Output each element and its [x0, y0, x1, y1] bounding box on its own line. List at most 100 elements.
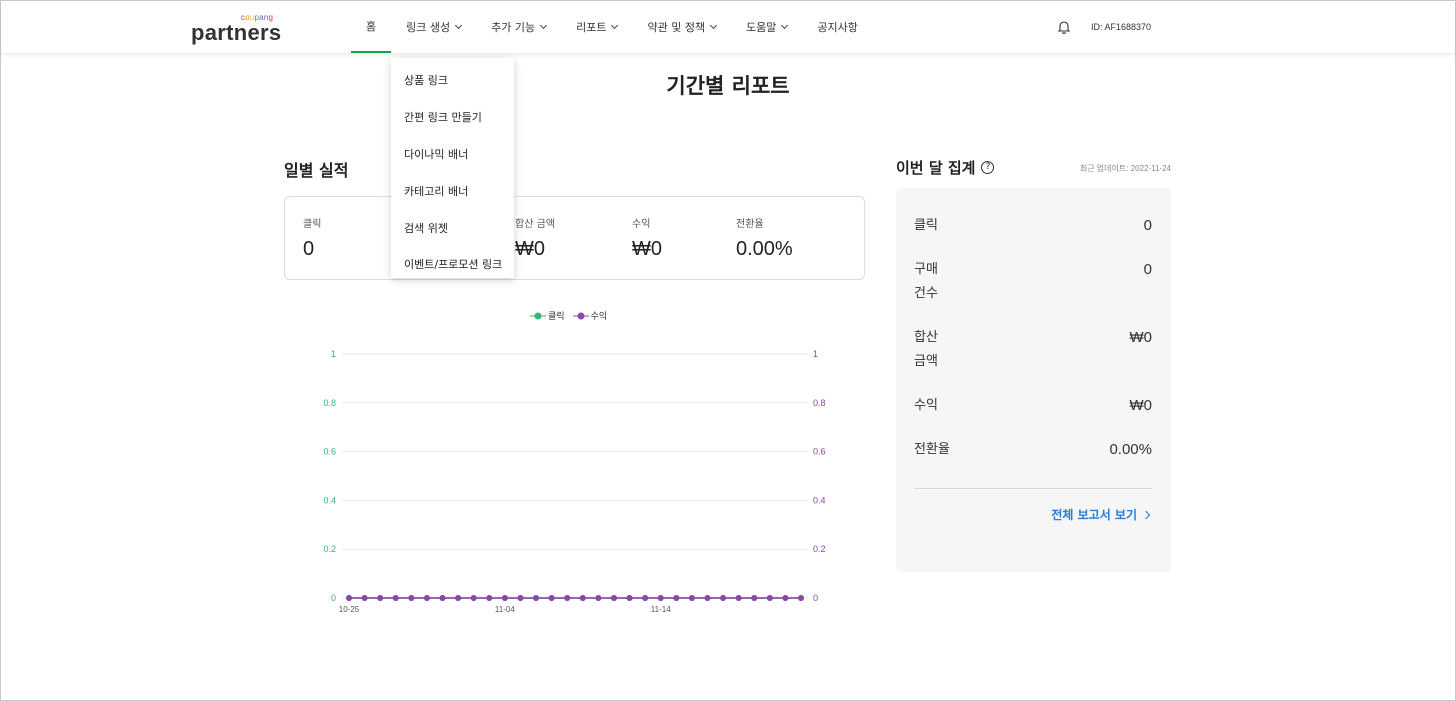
nav-item-3[interactable]: 리포트 [561, 1, 632, 53]
help-circle-icon[interactable]: ? [981, 161, 995, 174]
stat-label: 클릭 [303, 219, 322, 230]
full-report-label: 전체 보고서 보기 [1051, 508, 1137, 522]
dropdown-item-1[interactable]: 간편 링크 만들기 [391, 99, 514, 136]
chevron-right-icon [1141, 510, 1151, 519]
y-tick-left: 0.8 [323, 398, 336, 408]
dropdown-item-4[interactable]: 검색 위젯 [391, 209, 514, 246]
nav-item-5[interactable]: 도움말 [731, 1, 802, 53]
data-point [423, 595, 430, 601]
chevron-down-icon [781, 21, 789, 30]
data-point [610, 595, 617, 601]
y-tick-right: 0.4 [813, 495, 826, 505]
chevron-down-icon [455, 21, 463, 30]
dropdown-item-5[interactable]: 이벤트/프로모션 링크 [391, 246, 514, 283]
link-create-dropdown: 상품 링크 간편 링크 만들기 다이나믹 배너 카테고리 배너 검색 위젯 이벤트/프로모… [391, 58, 514, 278]
y-tick-right: 1 [813, 349, 818, 359]
monthly-row-label: 구매 건수 [914, 262, 938, 301]
data-point [548, 595, 555, 601]
y-tick-left: 0.6 [323, 447, 336, 457]
monthly-row-value: ₩0 [1129, 329, 1153, 346]
daily-chart: 0 0 0.2 0.2 0.4 0.4 0.6 0.6 0.8 0.8 1 1 10-25 11-04 11… [323, 349, 826, 614]
data-point [751, 595, 758, 601]
divider [914, 488, 1152, 489]
data-point [595, 595, 602, 601]
data-point [501, 595, 508, 601]
data-point [782, 595, 789, 601]
user-id[interactable]: ID: AF1688370 [1091, 22, 1151, 32]
monthly-title-text: 이번 달 집계 [896, 159, 976, 177]
nav-item-label: 추가 기능 [491, 21, 536, 34]
stat-value: ₩0 [632, 238, 662, 260]
stat-value: 0.00% [736, 238, 793, 260]
data-point [579, 595, 586, 601]
full-report-link[interactable]: 전체 보고서 보기 [1051, 506, 1151, 523]
monthly-row-value: 0 [1143, 261, 1152, 278]
y-tick-right: 0.6 [813, 447, 826, 457]
stat-label: 전환율 [736, 219, 764, 230]
stat-total-amount: 합산 금액 ₩0 [515, 215, 555, 261]
data-point [798, 595, 804, 601]
data-point [720, 595, 727, 601]
bell-icon[interactable] [1057, 20, 1071, 34]
data-point [657, 595, 664, 601]
data-point [626, 595, 633, 601]
nav-item-label: 약관 및 정책 [647, 21, 706, 34]
data-point [455, 595, 462, 601]
nav-item-label: 도움말 [746, 21, 777, 34]
data-point [486, 595, 493, 601]
monthly-row-label: 수익 [914, 398, 938, 413]
nav-item-label: 홈 [366, 20, 377, 33]
stat-clicks: 클릭 0 [303, 215, 321, 261]
stat-value: 0 [303, 238, 315, 260]
y-tick-right: 0.2 [813, 544, 826, 554]
nav-item-1[interactable]: 링크 생성 [391, 1, 476, 53]
data-point [361, 595, 368, 601]
chevron-down-icon [540, 21, 548, 30]
x-tick-label: 11-04 [495, 605, 515, 614]
nav-item-2[interactable]: 추가 기능 [476, 1, 561, 53]
x-tick-label: 11-14 [651, 605, 671, 614]
data-point [392, 595, 399, 601]
y-tick-left: 1 [331, 349, 336, 359]
dropdown-item-2[interactable]: 다이나믹 배너 [391, 136, 514, 173]
data-point [766, 595, 773, 601]
stat-revenue: 수익 ₩0 [632, 215, 662, 261]
x-tick-label: 10-25 [339, 605, 360, 614]
main-nav: 홈 링크 생성 추가 기능 리포트 약관 및 정책 도움말 공지사항 [351, 1, 873, 53]
data-point [470, 595, 477, 601]
y-tick-right: 0 [813, 593, 818, 603]
monthly-row-value: 0.00% [1109, 441, 1152, 458]
dropdown-item-0[interactable]: 상품 링크 [391, 62, 514, 99]
stat-conversion: 전환율 0.00% [736, 215, 793, 261]
monthly-row-label: 전환율 [914, 442, 950, 457]
logo-partners-text: partners [191, 20, 282, 45]
monthly-summary-panel: 전체 보고서 보기 클릭 0 구매 건수 0 합산 금액 ₩0 수익 ₩0 전환율 0.00% [896, 188, 1171, 572]
data-point [346, 595, 352, 601]
nav-item-6[interactable]: 공지사항 [802, 1, 872, 53]
daily-stats-box: 클릭 0 합산 금액 ₩0 수익 ₩0 전환율 0.00% [284, 196, 865, 280]
dropdown-item-3[interactable]: 카테고리 배너 [391, 172, 514, 209]
data-point [688, 595, 695, 601]
data-point [704, 595, 711, 601]
nav-item-label: 링크 생성 [406, 21, 451, 34]
data-point [642, 595, 649, 601]
data-point [439, 595, 446, 601]
y-tick-left: 0.2 [323, 544, 336, 554]
stat-value: ₩0 [515, 238, 545, 260]
data-point [533, 595, 540, 601]
monthly-row-value: ₩0 [1129, 397, 1153, 414]
monthly-row-label: 합산 금액 [914, 330, 938, 369]
page-title: 기간별 리포트 [666, 74, 790, 98]
data-point [517, 595, 524, 601]
monthly-row-value: 0 [1143, 217, 1152, 234]
stat-label: 수익 [632, 219, 651, 230]
data-point [673, 595, 680, 601]
nav-item-label: 공지사항 [817, 21, 858, 34]
last-updated: 최근 업데이트: 2022-11-24 [1079, 164, 1171, 173]
top-header: coupang partners 홈 링크 생성 추가 기능 리포트 약관 및 정책 도움… [1, 1, 1455, 53]
nav-item-4[interactable]: 약관 및 정책 [632, 1, 731, 53]
stat-label: 합산 금액 [515, 219, 555, 230]
daily-performance-title: 일별 실적 [284, 161, 349, 180]
nav-item-0[interactable]: 홈 [351, 1, 392, 53]
monthly-row-label: 클릭 [914, 218, 938, 233]
